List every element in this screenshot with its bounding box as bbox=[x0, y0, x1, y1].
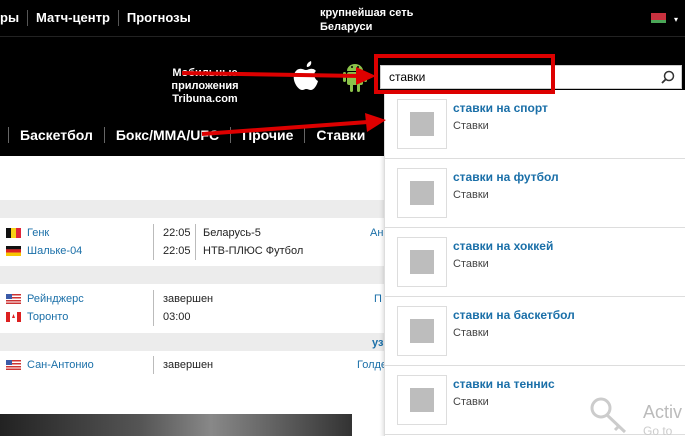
match-time: 22:05 bbox=[163, 245, 191, 257]
canada-flag-icon bbox=[6, 312, 21, 322]
suggestion-item[interactable]: ставки на баскетбол Ставки bbox=[385, 297, 685, 366]
suggestion-item[interactable]: ставки на спорт Ставки bbox=[385, 90, 685, 159]
team-name[interactable]: Сан-Антонио bbox=[27, 359, 94, 371]
annotation-arrow-icon bbox=[181, 67, 376, 85]
usa-flag-icon bbox=[6, 360, 21, 370]
match-extra[interactable]: П bbox=[374, 293, 382, 305]
team-name[interactable]: Рейнджерс bbox=[27, 293, 84, 305]
suggestion-item[interactable]: ставки на футбол Ставки bbox=[385, 159, 685, 228]
section-band bbox=[0, 333, 385, 351]
match-row[interactable]: Рейнджерс завершен П bbox=[0, 290, 385, 308]
suggestion-thumbnail bbox=[397, 168, 447, 218]
match-status: завершен bbox=[163, 293, 214, 305]
suggestion-category: Ставки bbox=[453, 258, 489, 270]
match-row[interactable]: Сан-Антонио завершен Голде bbox=[0, 356, 387, 374]
sport-nav-item-basketball[interactable]: Баскетбол bbox=[8, 127, 104, 143]
match-row[interactable]: Торонто 03:00 bbox=[0, 308, 385, 326]
belgium-flag-icon bbox=[6, 228, 21, 238]
top-nav: ры Матч-центр Прогнозы bbox=[0, 10, 199, 26]
search-icon[interactable] bbox=[661, 70, 675, 84]
top-nav-item-predictions[interactable]: Прогнозы bbox=[119, 10, 199, 26]
suggestion-thumbnail bbox=[397, 237, 447, 287]
key-icon bbox=[590, 397, 627, 434]
tagline-line2: Беларуси bbox=[320, 21, 373, 33]
usa-flag-icon bbox=[6, 294, 21, 304]
annotation-arrow-icon bbox=[201, 113, 386, 136]
top-nav-item-partial[interactable]: ры bbox=[0, 10, 29, 26]
watermark-subtitle: Go to bbox=[643, 424, 673, 436]
suggestion-thumbnail bbox=[397, 99, 447, 149]
belarus-flag-icon[interactable] bbox=[651, 13, 666, 23]
tv-channel: Беларусь-5 bbox=[203, 227, 261, 239]
team-name[interactable]: Торонто bbox=[27, 311, 68, 323]
top-bar: ры Матч-центр Прогнозы крупнейшая сеть Б… bbox=[0, 0, 685, 36]
suggestion-category: Ставки bbox=[453, 189, 489, 201]
suggestion-thumbnail bbox=[397, 375, 447, 425]
match-row[interactable]: Шальке-04 22:05 НТВ-ПЛЮС Футбол bbox=[0, 242, 385, 260]
suggestion-category: Ставки bbox=[453, 120, 489, 132]
suggestion-thumbnail bbox=[397, 306, 447, 356]
page: ры Матч-центр Прогнозы крупнейшая сеть Б… bbox=[0, 0, 685, 436]
suggestion-title[interactable]: ставки на хоккей bbox=[453, 239, 553, 253]
match-status: завершен bbox=[163, 359, 214, 371]
match-extra[interactable]: Ан bbox=[370, 227, 383, 239]
suggestion-title[interactable]: ставки на спорт bbox=[453, 101, 548, 115]
tagline: крупнейшая сеть Беларуси bbox=[320, 6, 413, 34]
suggestion-category: Ставки bbox=[453, 327, 489, 339]
suggestion-title[interactable]: ставки на футбол bbox=[453, 170, 559, 184]
match-time: 03:00 bbox=[163, 311, 191, 323]
suggestion-category: Ставки bbox=[453, 396, 489, 408]
match-row[interactable]: Генк 22:05 Беларусь-5 Ан bbox=[0, 224, 385, 242]
team-name[interactable]: Генк bbox=[27, 227, 49, 239]
section-band bbox=[0, 200, 385, 218]
annotation-highlight-box bbox=[374, 54, 555, 94]
suggestion-title[interactable]: ставки на теннис bbox=[453, 377, 555, 391]
match-extra[interactable]: Голде bbox=[357, 359, 387, 371]
suggestion-item[interactable]: ставки на хоккей Ставки bbox=[385, 228, 685, 297]
watermark-title: Activ bbox=[643, 402, 683, 422]
mobile-apps-line2: Tribuna.com bbox=[172, 93, 238, 105]
chevron-down-icon[interactable]: ▾ bbox=[674, 15, 678, 24]
suggestion-title[interactable]: ставки на баскетбол bbox=[453, 308, 575, 322]
suggestion-item[interactable]: ставки на теннис Ставки bbox=[385, 366, 685, 435]
germany-flag-icon bbox=[6, 246, 21, 256]
section-band bbox=[0, 266, 385, 284]
search-suggestions-dropdown: ставки на спорт Ставки ставки на футбол … bbox=[384, 90, 685, 436]
top-nav-item-match-center[interactable]: Матч-центр bbox=[28, 10, 119, 26]
tagline-line1: крупнейшая сеть bbox=[320, 7, 414, 19]
match-time: 22:05 bbox=[163, 227, 191, 239]
tv-channel: НТВ-ПЛЮС Футбол bbox=[203, 245, 304, 257]
team-name[interactable]: Шальке-04 bbox=[27, 245, 82, 257]
news-photo[interactable] bbox=[0, 414, 352, 436]
